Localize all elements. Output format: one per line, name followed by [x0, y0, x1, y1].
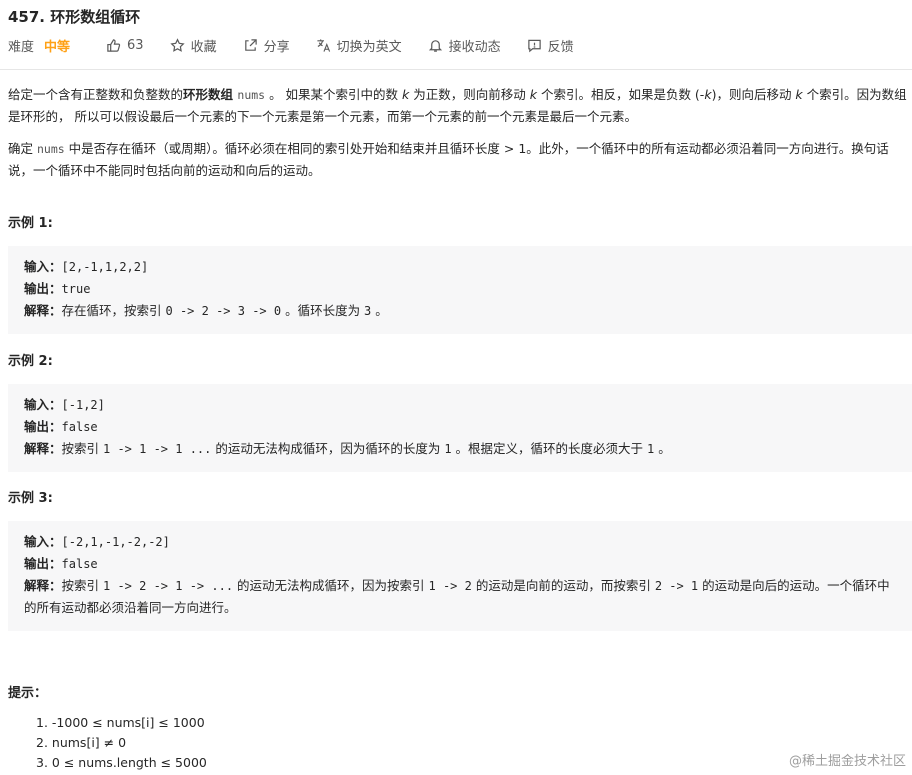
- example-2-block: 输入：[-1,2] 输出：false 解释：按索引 1 -> 1 -> 1 ..…: [8, 384, 912, 472]
- example-3-heading: 示例 3:: [8, 491, 53, 506]
- share-icon: [244, 38, 257, 51]
- feedback-button[interactable]: 反馈: [527, 36, 574, 55]
- hint-item: 2. nums[i] ≠ 0: [36, 735, 127, 750]
- bell-icon: [428, 39, 442, 52]
- description-paragraph-1: 给定一个含有正整数和负整数的环形数组 nums 。 如果某个索引中的数 k 为正…: [8, 87, 907, 124]
- switch-language-label: 切换为英文: [336, 39, 402, 55]
- notify-button[interactable]: 接收动态: [428, 36, 501, 55]
- translate-icon: [317, 38, 330, 52]
- star-icon: [169, 37, 185, 52]
- hints-heading: 提示：: [8, 686, 48, 701]
- share-label: 分享: [263, 39, 290, 55]
- feedback-icon: [527, 39, 541, 52]
- example-2-heading: 示例 2:: [8, 354, 53, 369]
- header-divider: [0, 69, 912, 70]
- example-1-output: 输出：true: [24, 281, 91, 296]
- description-paragraph-2: 确定 nums 中是否存在循环（或周期）。循环必须在相同的索引处开始和结束并且循…: [8, 141, 889, 178]
- example-2-output: 输出：false: [24, 419, 98, 434]
- notify-label: 接收动态: [448, 39, 501, 55]
- problem-title: 457. 环形数组循环: [8, 8, 141, 26]
- switch-language-button[interactable]: 切换为英文: [316, 36, 402, 55]
- like-button[interactable]: 63: [106, 38, 144, 53]
- example-3-explanation: 解释：按索引 1 -> 2 -> 1 -> ... 的运动无法构成循环，因为按索…: [24, 578, 890, 615]
- example-1-explanation: 解释：存在循环，按索引 0 -> 2 -> 3 -> 0 。循环长度为 3 。: [24, 303, 388, 318]
- example-2-explanation: 解释：按索引 1 -> 1 -> 1 ... 的运动无法构成循环，因为循环的长度…: [24, 441, 671, 456]
- hint-item: 1. -1000 ≤ nums[i] ≤ 1000: [36, 715, 205, 730]
- hints-list: 1. -1000 ≤ nums[i] ≤ 1000 2. nums[i] ≠ 0…: [36, 713, 207, 773]
- favorite-label: 收藏: [190, 39, 217, 55]
- example-1-heading: 示例 1:: [8, 216, 53, 231]
- problem-toolbar: 难度 中等 63 收藏 分享 切换为英文 接收动态 反馈: [8, 35, 600, 55]
- example-3-input: 输入：[-2,1,-1,-2,-2]: [24, 534, 170, 549]
- favorite-button[interactable]: 收藏: [169, 36, 217, 55]
- example-2-input: 输入：[-1,2]: [24, 397, 105, 412]
- share-button[interactable]: 分享: [243, 36, 290, 55]
- example-1-block: 输入：[2,-1,1,2,2] 输出：true 解释：存在循环，按索引 0 ->…: [8, 246, 912, 334]
- watermark: @稀土掘金技术社区: [788, 754, 906, 769]
- difficulty-badge: 中等: [44, 39, 71, 55]
- difficulty-label: 难度: [8, 39, 35, 55]
- example-3-block: 输入：[-2,1,-1,-2,-2] 输出：false 解释：按索引 1 -> …: [8, 521, 912, 631]
- feedback-label: 反馈: [547, 39, 574, 55]
- example-1-input: 输入：[2,-1,1,2,2]: [24, 259, 149, 274]
- hint-item: 3. 0 ≤ nums.length ≤ 5000: [36, 755, 207, 770]
- like-count: 63: [127, 37, 144, 53]
- thumbs-up-icon: [107, 38, 121, 52]
- example-3-output: 输出：false: [24, 556, 98, 571]
